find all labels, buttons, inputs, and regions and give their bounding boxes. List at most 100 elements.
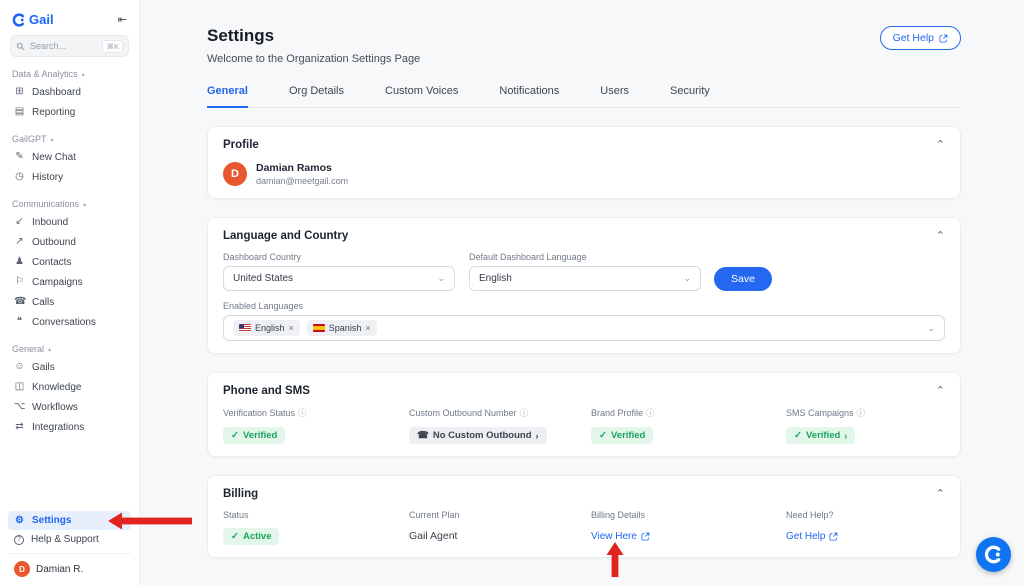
- collapse-chevron-icon[interactable]: ⌃: [936, 386, 945, 397]
- sidebar-item-workflows[interactable]: ⌥Workflows: [12, 397, 127, 417]
- tab-users[interactable]: Users: [600, 85, 629, 107]
- sidebar-item-history[interactable]: ◷History: [12, 167, 127, 187]
- annotation-arrow-view-here: [604, 542, 626, 578]
- sidebar-user-menu[interactable]: D Damian R.: [8, 553, 131, 579]
- reporting-icon: ▤: [14, 107, 25, 117]
- tab-general[interactable]: General: [207, 85, 248, 108]
- billing-status-badge: ✓Active: [223, 528, 279, 545]
- sidebar-item-settings[interactable]: ⚙Settings: [8, 511, 131, 530]
- tab-notifications[interactable]: Notifications: [499, 85, 559, 107]
- get-help-button[interactable]: Get Help: [880, 26, 961, 50]
- collapse-chevron-icon[interactable]: ⌃: [936, 140, 945, 151]
- sidebar-item-contacts[interactable]: ♟Contacts: [12, 252, 127, 272]
- field-status: Status ✓Active: [223, 510, 409, 545]
- settings-tabs: General Org Details Custom Voices Notifi…: [207, 85, 961, 108]
- collapse-chevron-icon[interactable]: ⌃: [936, 489, 945, 500]
- sms-campaigns-badge[interactable]: ✓Verified›: [786, 427, 855, 444]
- page-title: Settings: [207, 26, 420, 46]
- logo-text: Gail: [29, 12, 54, 27]
- verification-status-badge: ✓Verified: [223, 427, 285, 444]
- user-name: Damian R.: [36, 564, 83, 575]
- field-label: Default Dashboard Language: [469, 252, 701, 262]
- search-icon: [16, 42, 25, 51]
- integrations-icon: ⇄: [14, 422, 25, 432]
- language-tag-spanish[interactable]: Spanish ×: [307, 320, 377, 336]
- external-link-icon: [641, 532, 650, 541]
- sidebar-item-calls[interactable]: ☎Calls: [12, 292, 127, 312]
- sidebar-item-reporting[interactable]: ▤Reporting: [12, 102, 127, 122]
- field-sms-campaigns: SMS Campaignsⓘ ✓Verified›: [786, 407, 945, 444]
- sidebar-item-integrations[interactable]: ⇄Integrations: [12, 417, 127, 437]
- tab-security[interactable]: Security: [670, 85, 710, 107]
- profile-email: damian@meetgail.com: [256, 176, 348, 186]
- custom-outbound-badge[interactable]: ☎No Custom Outbound›: [409, 427, 547, 444]
- profile-card: Profile ⌃ D Damian Ramos damian@meetgail…: [207, 126, 961, 199]
- save-button[interactable]: Save: [714, 267, 772, 291]
- external-link-icon: [829, 532, 838, 541]
- view-here-link[interactable]: View Here: [591, 531, 650, 542]
- section-header-communications[interactable]: Communications▴: [12, 199, 127, 209]
- billing-card: Billing ⌃ Status ✓Active Current Plan Ga…: [207, 475, 961, 558]
- section-caret-icon: ▴: [51, 135, 54, 143]
- sidebar-item-campaigns[interactable]: ⚐Campaigns: [12, 272, 127, 292]
- us-flag-icon: [239, 324, 251, 332]
- card-title: Language and Country: [223, 230, 348, 242]
- collapse-chevron-icon[interactable]: ⌃: [936, 231, 945, 242]
- outbound-icon: ↗: [14, 237, 25, 247]
- field-custom-outbound-number: Custom Outbound Numberⓘ ☎No Custom Outbo…: [409, 407, 591, 444]
- chevron-down-icon: ⌄: [927, 324, 935, 333]
- dashboard-country-select[interactable]: United States ⌄: [223, 266, 455, 291]
- section-header-data-analytics[interactable]: Data & Analytics▴: [12, 69, 127, 79]
- page-subtitle: Welcome to the Organization Settings Pag…: [207, 53, 420, 65]
- search-shortcut-badge: ⌘K: [102, 40, 123, 53]
- sidebar-item-new-chat[interactable]: ✎New Chat: [12, 147, 127, 167]
- chevron-right-icon: ›: [844, 431, 847, 441]
- app-logo[interactable]: Gail: [12, 12, 54, 27]
- conversations-icon: ❝: [14, 317, 25, 327]
- default-language-select[interactable]: English ⌄: [469, 266, 701, 291]
- remove-tag-icon[interactable]: ×: [365, 323, 370, 333]
- sidebar-item-knowledge[interactable]: ◫Knowledge: [12, 377, 127, 397]
- sidebar-collapse-icon[interactable]: ⇤: [118, 13, 127, 26]
- gail-chat-icon: [984, 545, 1003, 564]
- sidebar-item-inbound[interactable]: ↙Inbound: [12, 212, 127, 232]
- info-icon[interactable]: ⓘ: [298, 407, 307, 419]
- sidebar-nav: Data & Analytics▴ ⊞Dashboard ▤Reporting …: [0, 59, 139, 511]
- info-icon[interactable]: ⓘ: [520, 407, 529, 419]
- card-title: Billing: [223, 488, 258, 500]
- tab-custom-voices[interactable]: Custom Voices: [385, 85, 458, 107]
- section-gailgpt: GailGPT▴ ✎New Chat ◷History: [12, 134, 127, 187]
- knowledge-icon: ◫: [14, 382, 25, 392]
- card-title: Phone and SMS: [223, 385, 310, 397]
- search-input[interactable]: Search... ⌘K: [10, 35, 129, 57]
- info-icon[interactable]: ⓘ: [646, 407, 655, 419]
- section-general: General▴ ☺Gails ◫Knowledge ⌥Workflows ⇄I…: [12, 344, 127, 437]
- sidebar-item-conversations[interactable]: ❝Conversations: [12, 312, 127, 332]
- sidebar-item-gails[interactable]: ☺Gails: [12, 357, 127, 377]
- section-header-gailgpt[interactable]: GailGPT▴: [12, 134, 127, 144]
- language-tag-english[interactable]: English ×: [233, 320, 300, 336]
- tab-org-details[interactable]: Org Details: [289, 85, 344, 107]
- profile-name: Damian Ramos: [256, 162, 348, 174]
- campaigns-icon: ⚐: [14, 277, 25, 287]
- get-help-link[interactable]: Get Help: [786, 531, 838, 542]
- current-plan-value: Gail Agent: [409, 530, 457, 542]
- settings-page: Settings Welcome to the Organization Set…: [140, 0, 1024, 585]
- chat-widget-button[interactable]: [976, 537, 1011, 572]
- remove-tag-icon[interactable]: ×: [289, 323, 294, 333]
- section-caret-icon: ▴: [83, 200, 86, 208]
- enabled-languages-multiselect[interactable]: English × Spanish × ⌄: [223, 315, 945, 341]
- info-icon[interactable]: ⓘ: [857, 407, 866, 419]
- section-caret-icon: ▴: [48, 345, 51, 353]
- sidebar-item-help-support[interactable]: ?Help & Support: [8, 530, 131, 549]
- sidebar-item-outbound[interactable]: ↗Outbound: [12, 232, 127, 252]
- field-label: Dashboard Country: [223, 252, 455, 262]
- sidebar-item-dashboard[interactable]: ⊞Dashboard: [12, 82, 127, 102]
- chevron-down-icon: ⌄: [437, 274, 445, 283]
- field-need-help: Need Help? Get Help: [786, 510, 945, 545]
- avatar: D: [14, 561, 30, 577]
- section-caret-icon: ▴: [82, 70, 85, 78]
- section-data-analytics: Data & Analytics▴ ⊞Dashboard ▤Reporting: [12, 69, 127, 122]
- section-header-general[interactable]: General▴: [12, 344, 127, 354]
- check-icon: ✓: [231, 430, 239, 441]
